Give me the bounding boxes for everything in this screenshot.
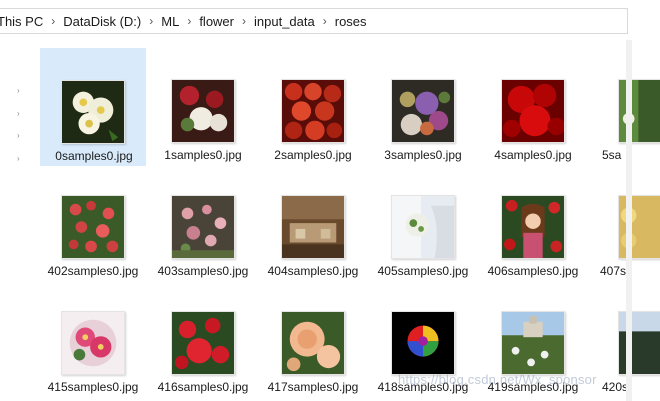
- file-name: 402samples0.jpg: [47, 264, 139, 278]
- image-thumbnail: [61, 195, 125, 259]
- expand-arrow-icon[interactable]: ›: [17, 155, 23, 163]
- file-name: 419samples0.jpg: [487, 380, 579, 394]
- image-thumbnail: [391, 311, 455, 375]
- image-thumbnail: [171, 311, 235, 375]
- file-explorer-window: This PC › DataDisk (D:) › ML › flower › …: [0, 0, 660, 401]
- chevron-right-icon[interactable]: ›: [144, 9, 158, 33]
- vertical-scrollbar[interactable]: [626, 40, 632, 401]
- chevron-right-icon[interactable]: ›: [237, 9, 251, 33]
- expand-arrow-icon[interactable]: ›: [17, 132, 23, 140]
- image-thumbnail: [61, 80, 125, 144]
- chevron-right-icon[interactable]: ›: [318, 9, 332, 33]
- file-name: 2samples0.jpg: [274, 148, 352, 162]
- file-name: 3samples0.jpg: [384, 148, 462, 162]
- file-name: 416samples0.jpg: [157, 380, 249, 394]
- file-name: 420s: [602, 380, 629, 394]
- file-name: 5sa: [602, 148, 622, 162]
- file-tile[interactable]: 418samples0.jpg: [370, 280, 476, 398]
- file-name: 1samples0.jpg: [164, 148, 242, 162]
- image-thumbnail: [391, 195, 455, 259]
- file-tile[interactable]: 4samples0.jpg: [480, 48, 586, 166]
- breadcrumb-input-data[interactable]: input_data: [251, 9, 318, 33]
- image-thumbnail: [391, 79, 455, 143]
- file-name: 407s: [600, 264, 627, 278]
- file-name: 404samples0.jpg: [267, 264, 359, 278]
- chevron-right-icon[interactable]: ›: [182, 9, 196, 33]
- file-tile[interactable]: 1samples0.jpg: [150, 48, 256, 166]
- file-tile[interactable]: 416samples0.jpg: [150, 280, 256, 398]
- file-name: 417samples0.jpg: [267, 380, 359, 394]
- file-tile[interactable]: 417samples0.jpg: [260, 280, 366, 398]
- image-thumbnail: [618, 195, 660, 259]
- image-thumbnail: [171, 195, 235, 259]
- file-tile[interactable]: 402samples0.jpg: [40, 164, 146, 282]
- breadcrumb-this-pc[interactable]: This PC: [0, 9, 46, 33]
- file-tile[interactable]: 3samples0.jpg: [370, 48, 476, 166]
- navigation-pane[interactable]: › › › ›: [0, 36, 20, 401]
- image-thumbnail: [618, 79, 660, 143]
- file-name: 406samples0.jpg: [487, 264, 579, 278]
- file-tile[interactable]: 0samples0.jpg: [40, 48, 146, 166]
- address-bar[interactable]: This PC › DataDisk (D:) › ML › flower › …: [0, 8, 628, 34]
- image-thumbnail: [501, 79, 565, 143]
- file-tile[interactable]: 407s: [590, 164, 660, 282]
- file-name: 415samples0.jpg: [47, 380, 139, 394]
- expand-arrow-icon[interactable]: ›: [17, 110, 23, 118]
- breadcrumb-datadisk[interactable]: DataDisk (D:): [60, 9, 144, 33]
- expand-arrow-icon[interactable]: ›: [17, 87, 23, 95]
- breadcrumb-roses[interactable]: roses: [332, 9, 370, 33]
- image-thumbnail: [618, 311, 660, 375]
- file-tile[interactable]: 419samples0.jpg: [480, 280, 586, 398]
- file-name: 405samples0.jpg: [377, 264, 469, 278]
- file-tile[interactable]: 403samples0.jpg: [150, 164, 256, 282]
- file-grid[interactable]: 0samples0.jpg 1samples0.jpg 2samples0.jp…: [28, 40, 660, 401]
- file-tile[interactable]: 415samples0.jpg: [40, 280, 146, 398]
- image-thumbnail: [281, 195, 345, 259]
- file-tile[interactable]: 406samples0.jpg: [480, 164, 586, 282]
- file-name: 418samples0.jpg: [377, 380, 469, 394]
- chevron-right-icon[interactable]: ›: [46, 9, 60, 33]
- file-tile[interactable]: 2samples0.jpg: [260, 48, 366, 166]
- file-tile[interactable]: 405samples0.jpg: [370, 164, 476, 282]
- file-tile[interactable]: 420s: [590, 280, 660, 398]
- image-thumbnail: [281, 79, 345, 143]
- image-thumbnail: [501, 311, 565, 375]
- image-thumbnail: [281, 311, 345, 375]
- file-tile[interactable]: 5sa: [590, 48, 660, 166]
- image-thumbnail: [171, 79, 235, 143]
- file-name: 0samples0.jpg: [55, 149, 133, 163]
- breadcrumb-ml[interactable]: ML: [158, 9, 182, 33]
- image-thumbnail: [61, 311, 125, 375]
- file-name: 4samples0.jpg: [494, 148, 572, 162]
- breadcrumb-flower[interactable]: flower: [196, 9, 237, 33]
- image-thumbnail: [501, 195, 565, 259]
- file-tile[interactable]: 404samples0.jpg: [260, 164, 366, 282]
- file-name: 403samples0.jpg: [157, 264, 249, 278]
